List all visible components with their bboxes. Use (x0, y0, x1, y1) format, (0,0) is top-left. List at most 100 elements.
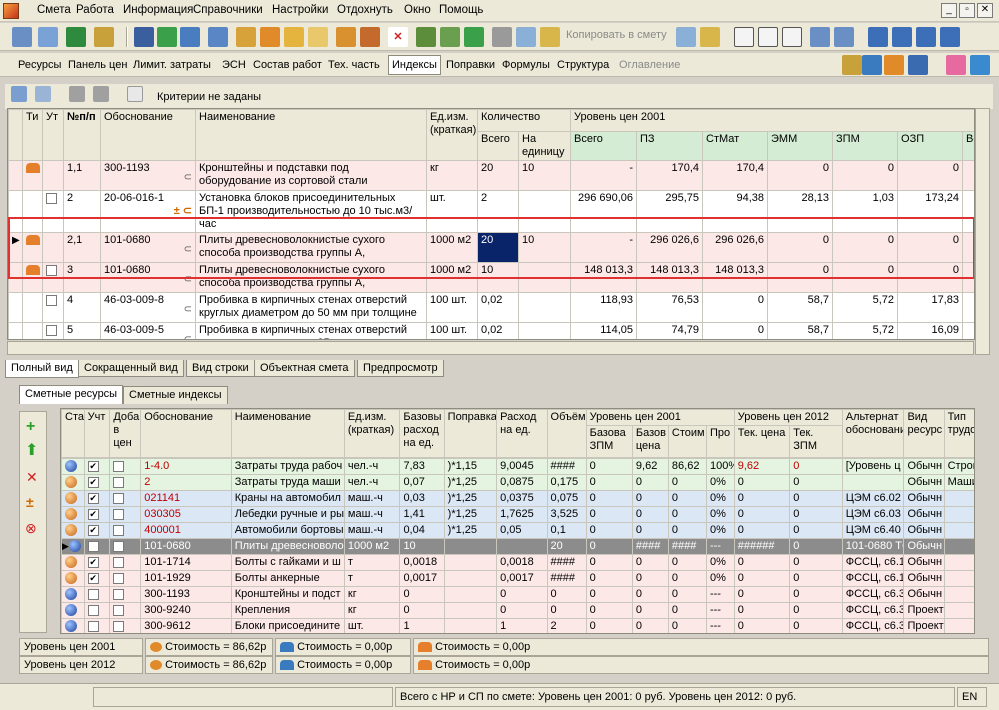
align-left-icon[interactable] (916, 27, 936, 47)
cut-icon[interactable] (492, 27, 512, 47)
rate-cell[interactable]: 0,05 (496, 522, 548, 539)
correction-cell[interactable]: )*1,25 (443, 522, 498, 539)
col-correction[interactable]: Поправка (443, 409, 498, 458)
pr-icon[interactable] (782, 27, 802, 47)
col-vo[interactable]: Во (962, 131, 974, 161)
col-volume[interactable]: Объём (546, 409, 587, 458)
col-rate[interactable]: Расход на ед. (496, 409, 548, 458)
menu-okno[interactable]: Окно (404, 4, 431, 16)
truck-icon[interactable] (862, 55, 882, 75)
uchet-checkbox[interactable]: ✔ (87, 460, 99, 472)
menu-smeta[interactable]: Смета (37, 4, 71, 16)
col-zpm[interactable]: ЗПМ (832, 131, 899, 161)
list-icon[interactable] (38, 27, 58, 47)
added-checkbox[interactable] (113, 556, 125, 568)
uchet-cell[interactable]: ✔ (83, 474, 111, 491)
correction-cell[interactable] (443, 538, 498, 555)
search-icon[interactable] (94, 27, 114, 47)
base-rate-cell[interactable]: 0,04 (399, 522, 445, 539)
align-right-icon[interactable] (940, 27, 960, 47)
table-row[interactable]: 1,1 300-1193 ⊂ Кронштейны и подставки под… (8, 160, 974, 191)
add-icon[interactable]: + (26, 418, 35, 436)
list-edit-icon[interactable] (810, 27, 830, 47)
table-row[interactable]: ▶ 101-0680 Плиты древесноволо 1000 м2 10 20 0 #… (61, 538, 974, 555)
added-checkbox[interactable] (113, 460, 125, 472)
menu-rabota[interactable]: Работа (76, 4, 114, 16)
uchet-cell[interactable] (83, 602, 111, 619)
move-up-icon[interactable] (69, 86, 85, 102)
base-rate-cell[interactable]: 0,0018 (399, 554, 445, 571)
added-checkbox[interactable] (113, 572, 125, 584)
base-rate-cell[interactable]: 10 (399, 538, 445, 555)
rate-cell[interactable]: 0 (496, 602, 548, 619)
base-rate-cell[interactable]: 0,07 (399, 474, 445, 491)
base-rate-cell[interactable]: 1,41 (399, 506, 445, 523)
nav-formuly[interactable]: Формулы (502, 59, 550, 71)
added-checkbox[interactable] (113, 620, 125, 632)
correction-cell[interactable] (443, 602, 498, 619)
menu-spravochniki[interactable]: Справочники (193, 4, 263, 16)
uchet-checkbox[interactable]: ✔ (87, 524, 99, 536)
col-npp[interactable]: №п/п (63, 109, 101, 161)
paste-icon[interactable] (540, 27, 560, 47)
correction-cell[interactable]: )*1,15 (443, 458, 498, 475)
added-cell[interactable] (109, 570, 142, 587)
copy-icon[interactable] (516, 27, 536, 47)
uchet-cell[interactable]: ✔ (83, 458, 111, 475)
added-checkbox[interactable] (113, 604, 125, 616)
document-icon[interactable] (127, 86, 143, 102)
uchet-checkbox[interactable]: ✔ (87, 572, 99, 584)
table-row[interactable]: ✔ 2 Затраты труда маши чел.-ч 0,07)*1,25 0,08… (61, 474, 974, 491)
base-rate-cell[interactable]: 7,83 (399, 458, 445, 475)
col-base-rate[interactable]: Базовы расход на ед. (399, 409, 445, 458)
col-pz[interactable]: ПЗ (636, 131, 704, 161)
hammer-icon[interactable] (842, 55, 862, 75)
p-icon[interactable] (758, 27, 778, 47)
rate-cell[interactable]: 0,0017 (496, 570, 548, 587)
correction-cell[interactable]: )*1,25 (443, 474, 498, 491)
correction-cell[interactable] (443, 570, 498, 587)
col-status[interactable]: Ста (61, 409, 85, 458)
tree-icon[interactable] (12, 27, 32, 47)
undo-icon[interactable] (180, 27, 200, 47)
col-obosnovanie[interactable]: Обоснование (140, 409, 232, 458)
col-percent[interactable]: Про (705, 425, 735, 458)
row-checkbox[interactable] (46, 324, 57, 336)
added-cell[interactable] (109, 458, 142, 475)
app-icon[interactable] (3, 3, 19, 19)
col-ti[interactable]: Ти (22, 109, 43, 161)
car-icon[interactable] (908, 55, 928, 75)
rate-cell[interactable] (496, 538, 548, 555)
uchet-checkbox[interactable] (87, 588, 99, 600)
correction-cell[interactable] (443, 618, 498, 633)
uchet-cell[interactable]: ✔ (83, 554, 111, 571)
added-cell[interactable] (109, 522, 142, 539)
added-checkbox[interactable] (113, 540, 125, 552)
collapse-icon[interactable] (35, 86, 51, 102)
row-checkbox[interactable] (46, 192, 57, 204)
up-arrow-icon[interactable] (464, 27, 484, 47)
copy-2-icon[interactable] (676, 27, 696, 47)
nav-indeksy[interactable]: Индексы (388, 55, 441, 75)
redo-icon[interactable] (208, 27, 228, 47)
pile-icon[interactable] (884, 55, 904, 75)
col-qty-per-unit[interactable]: На единицу (517, 131, 572, 161)
col-base-price[interactable]: Базов цена (631, 425, 669, 458)
base-rate-cell[interactable]: 0,0017 (399, 570, 445, 587)
insert-icon[interactable] (440, 27, 460, 47)
uchet-checkbox[interactable] (87, 540, 99, 552)
menu-informatsiya[interactable]: Информация (123, 4, 193, 16)
save-icon[interactable] (134, 27, 154, 47)
uchet-checkbox[interactable]: ✔ (87, 476, 99, 488)
uchet-checkbox[interactable]: ✔ (87, 556, 99, 568)
col-quantity[interactable]: Количество (476, 109, 572, 132)
up-icon[interactable]: ⬆ (25, 440, 38, 460)
uchet-checkbox[interactable]: ✔ (87, 492, 99, 504)
table-row[interactable]: 5 46-03-009-5 ⊂ Пробивка в кирпичных стен… (8, 322, 974, 339)
added-checkbox[interactable] (113, 492, 125, 504)
horizontal-scrollbar[interactable] (7, 341, 974, 355)
uchet-cell[interactable] (83, 586, 111, 603)
col-unit[interactable]: Ед.изм. (краткая) (426, 109, 478, 161)
close-button[interactable]: ✕ (977, 3, 993, 18)
col-emm[interactable]: ЭММ (767, 131, 834, 161)
